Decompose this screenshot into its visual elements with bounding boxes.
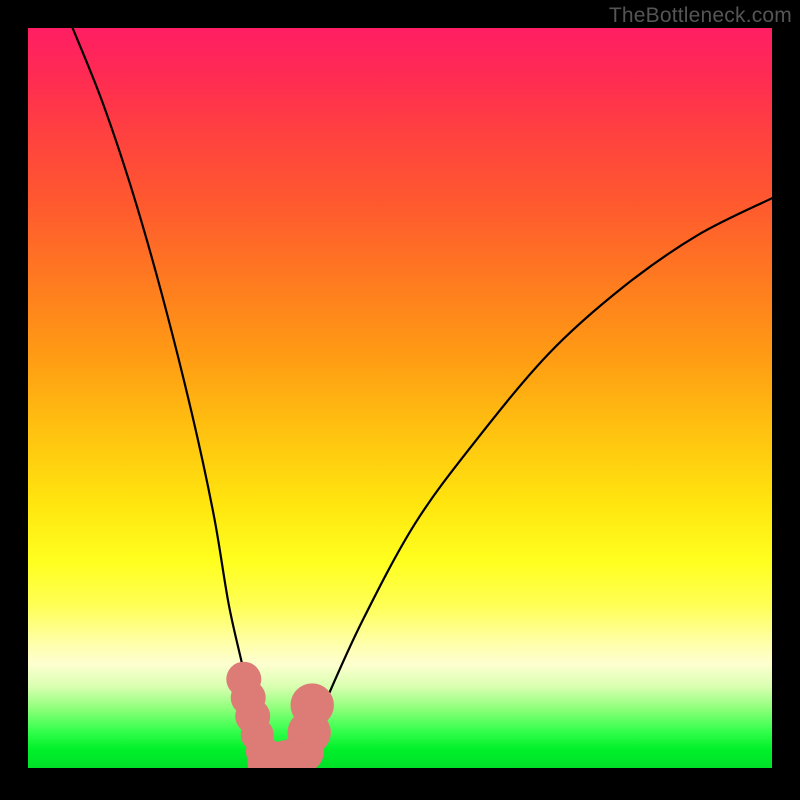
bottleneck-curve (28, 28, 772, 768)
watermark-text: TheBottleneck.com (609, 4, 792, 28)
highlight-dot (291, 683, 334, 726)
chart-stage: TheBottleneck.com (0, 0, 800, 800)
plot-area (28, 28, 772, 768)
